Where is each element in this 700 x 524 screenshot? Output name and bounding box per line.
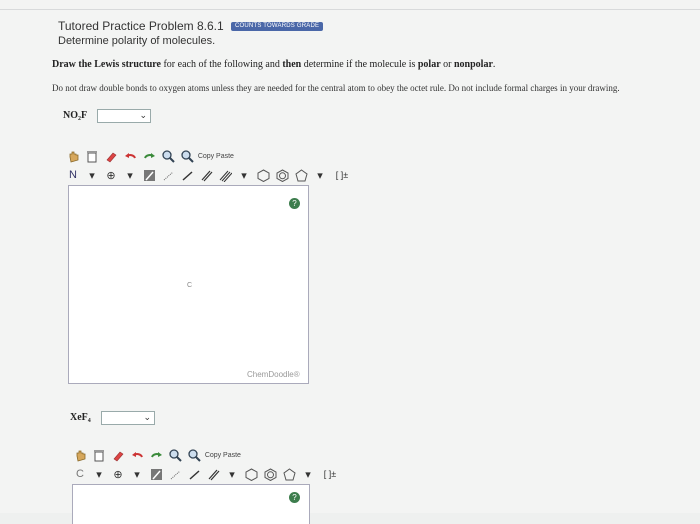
drawing-canvas-2[interactable]: ?	[72, 484, 310, 524]
eraser-icon[interactable]	[104, 149, 118, 163]
help-icon[interactable]: ?	[289, 492, 300, 503]
canvas-center-mark: C	[187, 282, 193, 289]
zoom-out-icon[interactable]	[180, 149, 194, 163]
triple-bond-tool-icon[interactable]	[218, 168, 232, 182]
zoom-out-icon[interactable]	[187, 448, 201, 462]
problem-subtitle: Determine polarity of molecules.	[58, 35, 216, 47]
molecule-label-1: NO₂F	[63, 110, 88, 121]
drawing-canvas-1[interactable]: ? C ChemDoodle®	[68, 185, 309, 384]
copy-button[interactable]: Copy	[205, 448, 221, 462]
element-dropdown-icon[interactable]: ▾	[92, 467, 106, 481]
element-dropdown-icon[interactable]: ▾	[85, 168, 99, 182]
zoom-in-icon[interactable]	[161, 149, 175, 163]
ring-pentagon-icon[interactable]	[282, 467, 296, 481]
editor-1-toolbar-top: Copy Paste	[66, 147, 234, 165]
drawing-note: Do not draw double bonds to oxygen atoms…	[52, 83, 620, 93]
bracket-tool-icon[interactable]: [ ]±	[320, 467, 340, 481]
double-bond-tool-icon[interactable]	[199, 168, 213, 182]
charge-plus-icon[interactable]: ⊕	[111, 467, 125, 481]
hand-tool-icon[interactable]	[66, 149, 80, 163]
undo-icon[interactable]	[123, 149, 137, 163]
element-c-button[interactable]: C	[73, 467, 87, 481]
charge-dropdown-icon[interactable]: ▾	[130, 467, 144, 481]
bond-tool-icon[interactable]	[187, 467, 201, 481]
charge-plus-icon[interactable]: ⊕	[104, 168, 118, 182]
help-icon[interactable]: ?	[289, 198, 300, 209]
polarity-select-2[interactable]: ⌄	[101, 411, 155, 425]
top-divider	[0, 9, 700, 10]
bond-dropdown-icon[interactable]: ▾	[225, 467, 239, 481]
paste-button[interactable]: Paste	[216, 149, 234, 163]
redo-icon[interactable]	[142, 149, 156, 163]
ring-dropdown-icon[interactable]: ▾	[313, 168, 327, 182]
ring-benzene-icon[interactable]	[275, 168, 289, 182]
trash-icon[interactable]	[85, 149, 99, 163]
zoom-in-icon[interactable]	[168, 448, 182, 462]
editor-1-toolbar-bottom: N ▾ ⊕ ▾ ▾ ▾ [ ]±	[66, 166, 352, 184]
copy-button[interactable]: Copy	[198, 149, 214, 163]
trash-icon[interactable]	[92, 448, 106, 462]
molecule-label-2: XeF₄	[70, 412, 91, 423]
bracket-tool-icon[interactable]: [ ]±	[332, 168, 352, 182]
single-bond-tool-icon[interactable]	[149, 467, 163, 481]
bond-dropdown-icon[interactable]: ▾	[237, 168, 251, 182]
chevron-down-icon: ⌄	[143, 412, 151, 422]
grade-badge: COUNTS TOWARDS GRADE	[230, 22, 324, 32]
instructions: Draw the Lewis structure for each of the…	[52, 59, 496, 70]
polarity-select-1[interactable]: ⌄	[97, 109, 151, 123]
element-n-button[interactable]: N	[66, 168, 80, 182]
chemdoodle-brand: ChemDoodle®	[247, 370, 300, 379]
eraser-icon[interactable]	[111, 448, 125, 462]
hash-bond-tool-icon[interactable]	[168, 467, 182, 481]
ring-benzene-icon[interactable]	[263, 467, 277, 481]
hash-bond-tool-icon[interactable]	[161, 168, 175, 182]
bond-tool-icon[interactable]	[180, 168, 194, 182]
editor-2-toolbar-bottom: C ▾ ⊕ ▾ ▾ ▾ [ ]±	[73, 465, 340, 483]
ring-dropdown-icon[interactable]: ▾	[301, 467, 315, 481]
ring-pentagon-icon[interactable]	[294, 168, 308, 182]
problem-title: Tutored Practice Problem 8.6.1 COUNTS TO…	[58, 19, 324, 33]
hand-tool-icon[interactable]	[73, 448, 87, 462]
chevron-down-icon: ⌄	[139, 110, 147, 120]
editor-2-toolbar-top: Copy Paste	[73, 446, 241, 464]
double-bond-tool-icon[interactable]	[206, 467, 220, 481]
paste-button[interactable]: Paste	[223, 448, 241, 462]
ring-hexagon-icon[interactable]	[256, 168, 270, 182]
redo-icon[interactable]	[149, 448, 163, 462]
charge-dropdown-icon[interactable]: ▾	[123, 168, 137, 182]
ring-hexagon-icon[interactable]	[244, 467, 258, 481]
undo-icon[interactable]	[130, 448, 144, 462]
single-bond-tool-icon[interactable]	[142, 168, 156, 182]
